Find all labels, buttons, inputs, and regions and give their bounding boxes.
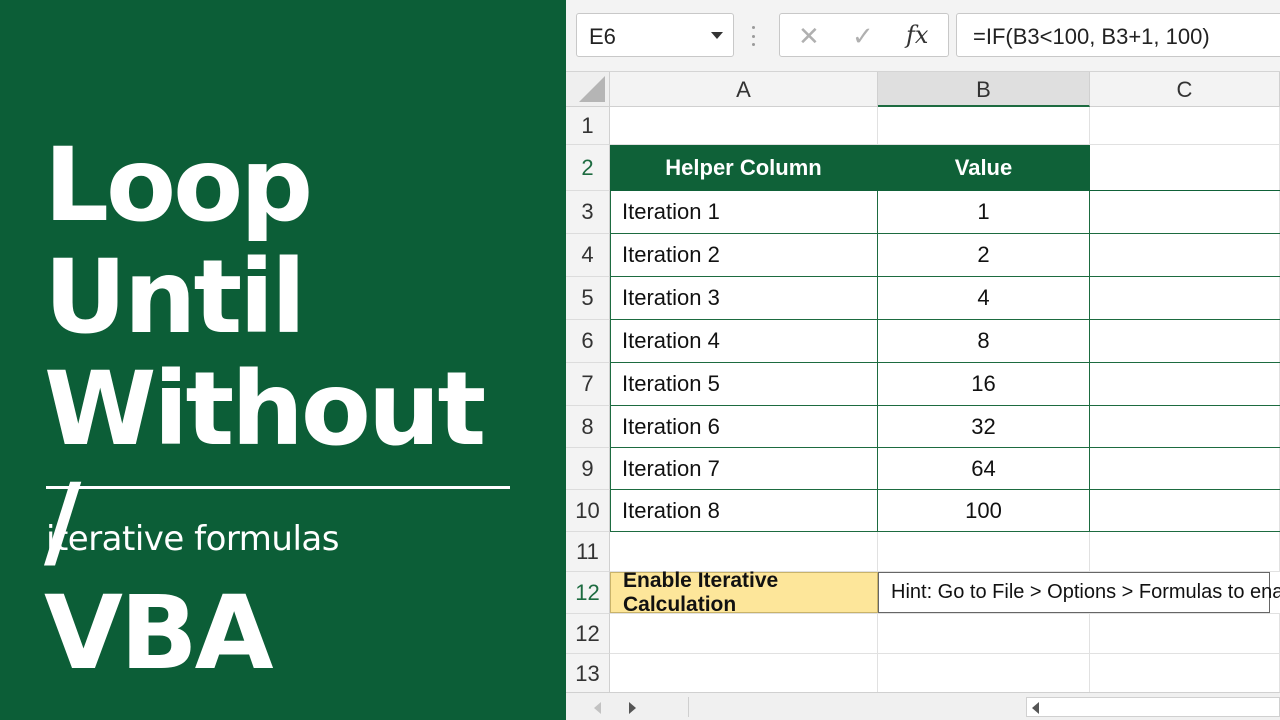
title-panel: Loop Until Without / VBA iterative formu… — [0, 0, 566, 720]
cell[interactable] — [1090, 145, 1280, 190]
name-box[interactable]: E6 — [576, 13, 734, 57]
cell[interactable] — [610, 654, 878, 693]
page-title: Loop Until Without / VBA — [44, 126, 486, 693]
horizontal-scrollbar[interactable] — [1026, 697, 1280, 717]
name-box-value: E6 — [589, 24, 616, 49]
cell[interactable] — [1090, 191, 1280, 233]
row-header[interactable]: 12 — [566, 614, 610, 654]
value-cell[interactable]: 100 — [878, 490, 1090, 531]
scroll-left-icon[interactable] — [1032, 702, 1039, 714]
cell[interactable] — [1090, 490, 1280, 531]
cell[interactable] — [1090, 406, 1280, 447]
cell[interactable] — [1090, 614, 1280, 653]
table-row — [610, 654, 1280, 694]
table-row: Iteration 1 1 — [610, 191, 1280, 234]
row-header[interactable]: 4 — [566, 234, 610, 277]
worksheet-grid: A B C 1 2 3 4 5 6 7 8 9 10 11 12 12 13 H… — [566, 72, 1280, 694]
label-cell[interactable]: Iteration 2 — [610, 234, 878, 277]
divider — [688, 697, 689, 717]
row-header[interactable]: 1 — [566, 107, 610, 145]
formula-input[interactable]: =IF(B3<100, B3+1, 100) — [956, 13, 1280, 57]
row-header[interactable]: 7 — [566, 363, 610, 406]
value-cell[interactable]: 8 — [878, 320, 1090, 362]
label-cell[interactable]: Iteration 7 — [610, 448, 878, 490]
row-header[interactable]: 3 — [566, 191, 610, 234]
row-header[interactable]: 6 — [566, 320, 610, 363]
row-header[interactable]: 5 — [566, 277, 610, 320]
cell[interactable] — [1090, 532, 1280, 571]
table-row — [610, 614, 1280, 654]
cell-area: Helper Column Value Iteration 1 1 Iterat… — [610, 107, 1280, 694]
label-cell[interactable]: Iteration 6 — [610, 406, 878, 448]
iterative-calc-label[interactable]: Enable Iterative Calculation — [610, 569, 878, 616]
table-row — [610, 107, 1280, 145]
row-header[interactable]: 2 — [566, 145, 610, 191]
cell[interactable] — [1090, 234, 1280, 276]
cell[interactable] — [610, 532, 878, 571]
chevron-down-icon[interactable] — [711, 32, 723, 39]
cancel-icon[interactable]: ✕ — [798, 21, 820, 52]
formula-bar: E6 ✕ ✓ fx =IF(B3<100, B3+1, 100) — [566, 0, 1280, 72]
label-cell[interactable]: Iteration 1 — [610, 191, 878, 234]
sheet-navigation-bar — [566, 692, 1280, 720]
page-subtitle: iterative formulas — [46, 519, 339, 559]
label-cell[interactable]: Iteration 5 — [610, 363, 878, 406]
cell[interactable] — [1090, 107, 1280, 144]
label-cell[interactable]: Iteration 3 — [610, 277, 878, 320]
cell[interactable] — [1090, 654, 1280, 693]
cell[interactable] — [610, 107, 878, 144]
cell[interactable] — [878, 654, 1090, 693]
table-row: Iteration 7 64 — [610, 448, 1280, 490]
row-header[interactable]: 9 — [566, 448, 610, 490]
tip-row: Enable Iterative Calculation Hint: Go to… — [610, 569, 1280, 616]
table-row — [610, 532, 1280, 572]
check-icon[interactable]: ✓ — [852, 21, 874, 52]
value-cell[interactable]: 32 — [878, 406, 1090, 447]
title-divider — [46, 486, 510, 489]
table-row: Iteration 3 4 — [610, 277, 1280, 320]
value-cell[interactable]: 64 — [878, 448, 1090, 489]
label-cell[interactable]: Iteration 4 — [610, 320, 878, 363]
cell[interactable] — [1090, 320, 1280, 362]
value-cell[interactable]: 2 — [878, 234, 1090, 276]
previous-sheet-icon[interactable] — [594, 702, 601, 714]
table-header-row: Helper Column Value — [610, 145, 1280, 191]
column-header-b[interactable]: B — [878, 72, 1090, 107]
row-header[interactable]: 11 — [566, 532, 610, 572]
cell[interactable] — [878, 614, 1090, 653]
table-row: Iteration 5 16 — [610, 363, 1280, 406]
value-cell[interactable]: 16 — [878, 363, 1090, 405]
spreadsheet-window: E6 ✕ ✓ fx =IF(B3<100, B3+1, 100) A B C 1… — [566, 0, 1280, 720]
row-header[interactable]: 13 — [566, 654, 610, 694]
table-row: Iteration 6 32 — [610, 406, 1280, 448]
cell[interactable] — [1090, 277, 1280, 319]
value-cell[interactable]: 1 — [878, 191, 1090, 233]
cell[interactable] — [878, 107, 1090, 144]
header-cell-helper[interactable]: Helper Column — [610, 145, 878, 190]
header-cell-value[interactable]: Value — [878, 145, 1090, 190]
column-header-c[interactable]: C — [1090, 72, 1280, 107]
row-header[interactable]: 12 — [566, 572, 610, 614]
row-header[interactable]: 10 — [566, 490, 610, 532]
cell[interactable] — [1090, 363, 1280, 405]
hint-note[interactable]: Hint: Go to File > Options > Formulas to… — [878, 572, 1280, 613]
more-options-icon[interactable] — [751, 26, 755, 46]
row-headers: 1 2 3 4 5 6 7 8 9 10 11 12 12 13 — [566, 107, 610, 694]
cell[interactable] — [610, 614, 878, 653]
table-row: Iteration 2 2 — [610, 234, 1280, 277]
table-row: Iteration 8 100 — [610, 490, 1280, 532]
table-row: Iteration 4 8 — [610, 320, 1280, 363]
formula-actions: ✕ ✓ fx — [779, 13, 949, 57]
cell[interactable] — [1090, 448, 1280, 489]
column-header-a[interactable]: A — [610, 72, 878, 107]
select-all-button[interactable] — [566, 72, 610, 107]
cell[interactable] — [878, 532, 1090, 571]
insert-function-icon[interactable]: fx — [906, 21, 928, 49]
row-header[interactable]: 8 — [566, 406, 610, 448]
next-sheet-icon[interactable] — [629, 702, 636, 714]
label-cell[interactable]: Iteration 8 — [610, 490, 878, 532]
value-cell[interactable]: 4 — [878, 277, 1090, 319]
